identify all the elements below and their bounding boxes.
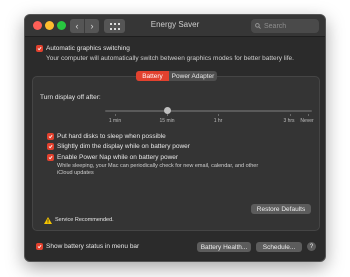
tick-label-never: Never xyxy=(300,118,314,124)
battery-health-button[interactable]: Battery Health... xyxy=(197,242,251,252)
tick-label-1-hr: 1 hr xyxy=(213,118,223,124)
checkmark-icon xyxy=(48,144,53,149)
tick-label-3-hrs: 3 hrs xyxy=(283,118,295,124)
restore-defaults-button[interactable]: Restore Defaults xyxy=(251,204,311,214)
display-off-label: Turn display off after: xyxy=(40,94,101,101)
search-field[interactable]: Search xyxy=(251,19,319,33)
tab-power-adapter[interactable]: Power Adapter xyxy=(169,71,217,81)
slider-tick xyxy=(218,114,219,116)
power-nap-label: Enable Power Nap while on battery power xyxy=(57,154,179,161)
hard-disk-sleep-checkbox[interactable] xyxy=(47,133,54,140)
slider-tick xyxy=(308,114,309,116)
tick-label-1-min: 1 min xyxy=(108,118,122,124)
power-nap-description: While sleeping, your Mac can periodicall… xyxy=(57,163,259,169)
slider-knob[interactable] xyxy=(164,107,172,114)
menu-bar-battery-checkbox[interactable] xyxy=(36,243,43,250)
slider-tick xyxy=(290,114,291,116)
display-off-slider[interactable] xyxy=(105,107,312,114)
graphics-switching-description: Your computer will automatically switch … xyxy=(46,55,294,62)
search-icon xyxy=(255,23,261,29)
power-nap-checkbox[interactable] xyxy=(47,154,54,161)
checkmark-icon xyxy=(37,46,42,51)
checkmark-icon xyxy=(48,134,53,139)
search-placeholder: Search xyxy=(264,22,287,30)
help-button[interactable]: ? xyxy=(307,242,316,251)
menu-bar-battery-label: Show battery status in menu bar xyxy=(46,243,140,250)
energy-saver-window: ‹ › Energy Saver Search Automatic graphi… xyxy=(24,14,326,262)
warning-icon xyxy=(44,217,52,224)
schedule-button[interactable]: Schedule... xyxy=(256,242,302,252)
checkmark-icon xyxy=(48,155,53,160)
tab-battery[interactable]: Battery xyxy=(136,71,169,81)
service-warning-text: Service Recommended. xyxy=(55,217,114,223)
slider-tick xyxy=(167,114,168,116)
power-source-tabs: Battery Power Adapter xyxy=(136,71,217,81)
slider-tick xyxy=(115,114,116,116)
graphics-switching-label: Automatic graphics switching xyxy=(46,45,130,52)
graphics-switching-checkbox[interactable] xyxy=(36,45,43,52)
hard-disk-sleep-label: Put hard disks to sleep when possible xyxy=(57,133,166,140)
tick-label-15-min: 15 min xyxy=(159,118,175,124)
title-bar: ‹ › Energy Saver Search xyxy=(25,15,325,37)
power-nap-description-cont: iCloud updates xyxy=(57,170,94,176)
dim-display-label: Slightly dim the display while on batter… xyxy=(57,143,190,150)
checkmark-icon xyxy=(37,244,42,249)
dim-display-checkbox[interactable] xyxy=(47,143,54,150)
